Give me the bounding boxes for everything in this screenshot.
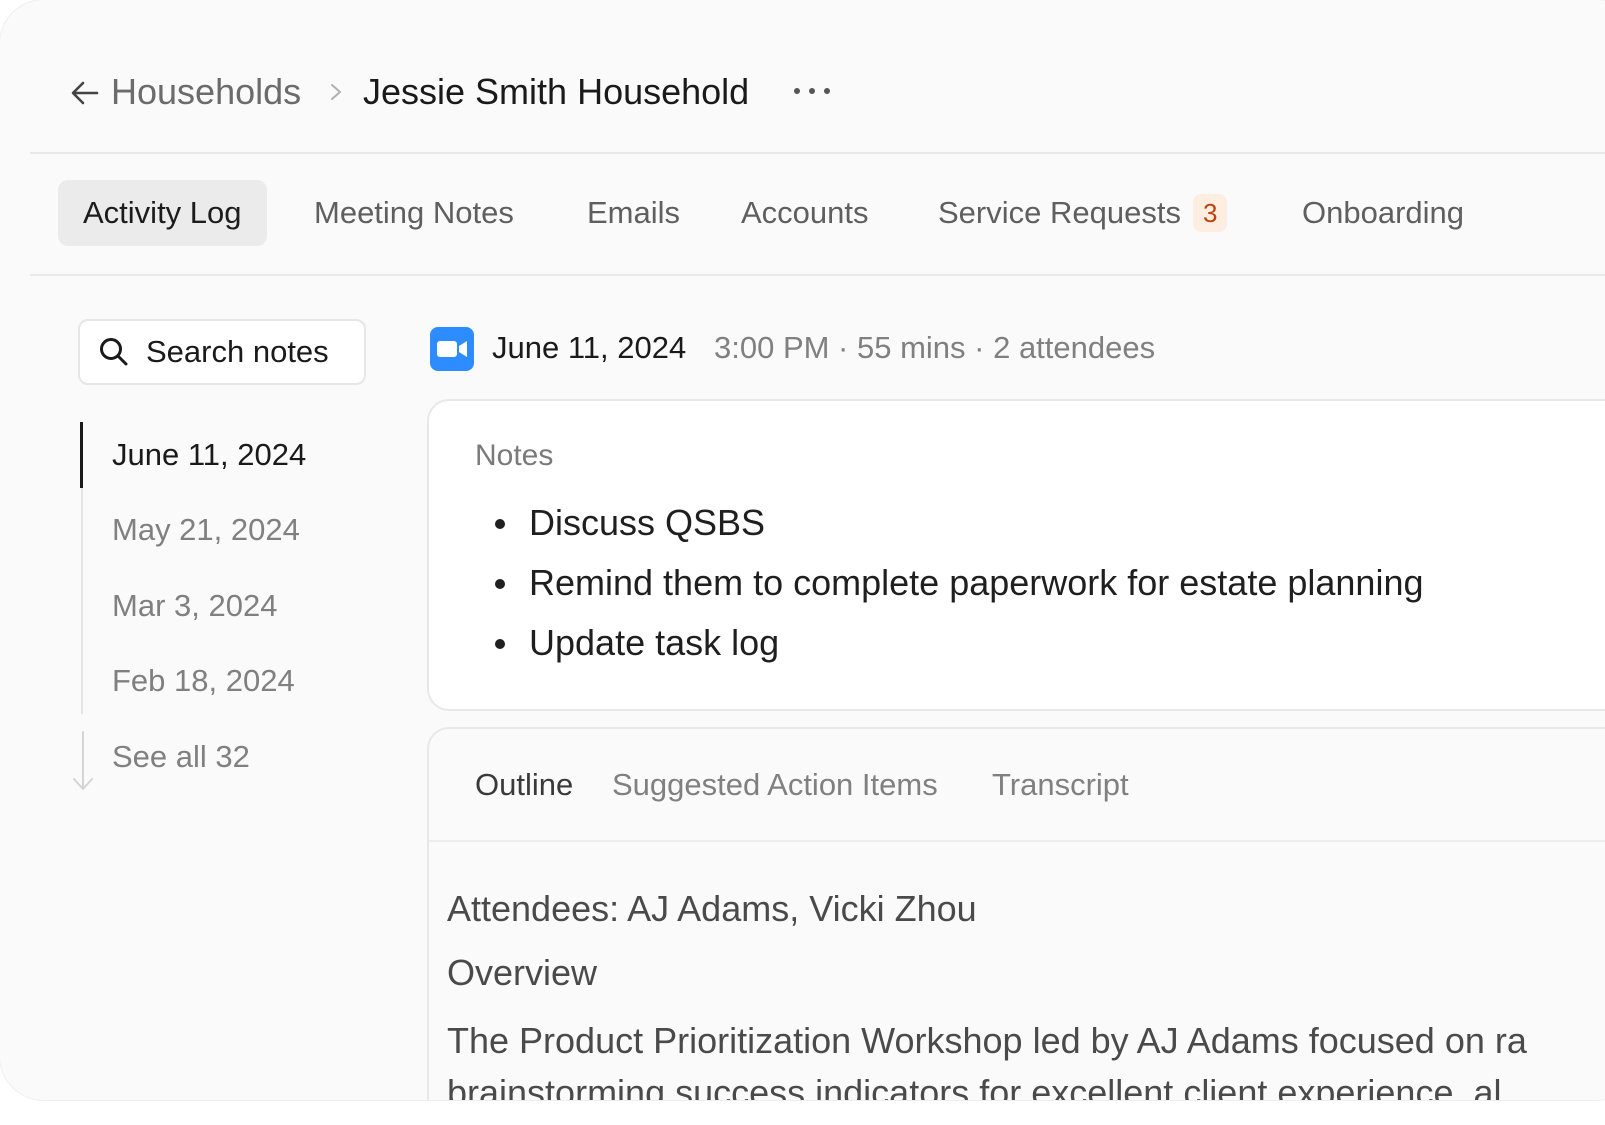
main-tabs: Activity Log Meeting Notes Emails Accoun… xyxy=(30,154,1605,276)
breadcrumb-households-link[interactable]: Households xyxy=(111,70,301,114)
tab-service-requests[interactable]: Service Requests 3 xyxy=(938,180,1228,246)
outline-tabs: Outline Suggested Action Items Transcrip… xyxy=(429,729,1605,842)
tab-meeting-notes[interactable]: Meeting Notes xyxy=(314,180,514,246)
more-horizontal-icon[interactable] xyxy=(792,84,832,98)
attendees-line: Attendees: AJ Adams, Vicki Zhou xyxy=(447,888,977,929)
tab-label: Service Requests xyxy=(938,195,1181,230)
sidebar-date-item[interactable]: Feb 18, 2024 xyxy=(112,661,295,701)
sidebar-date-item[interactable]: June 11, 2024 xyxy=(112,435,306,475)
tab-label: Emails xyxy=(587,195,681,230)
overview-heading: Overview xyxy=(447,952,598,993)
list-item: Remind them to complete paperwork for es… xyxy=(481,561,1423,621)
search-placeholder: Search notes xyxy=(146,334,329,369)
zoom-video-icon xyxy=(430,327,474,371)
tab-label: Meeting Notes xyxy=(314,195,514,230)
page-title: Jessie Smith Household xyxy=(363,71,750,112)
tab-onboarding[interactable]: Onboarding xyxy=(1302,180,1464,246)
sidebar-date-item[interactable]: Mar 3, 2024 xyxy=(112,586,277,626)
breadcrumb: Households Jessie Smith Household xyxy=(30,40,1605,154)
sidebar-date-item[interactable]: May 21, 2024 xyxy=(112,510,300,550)
overview-line: brainstorming success indicators for exc… xyxy=(447,1072,1502,1100)
tab-activity-log[interactable]: Activity Log xyxy=(58,180,267,246)
search-notes-input[interactable]: Search notes xyxy=(78,319,366,385)
outline-card: Outline Suggested Action Items Transcrip… xyxy=(427,727,1605,1100)
count-badge: 3 xyxy=(1192,193,1228,232)
tab-suggested-action-items[interactable]: Suggested Action Items xyxy=(612,765,938,805)
meeting-meta: 3:00 PM · 55 mins · 2 attendees xyxy=(714,330,1156,365)
list-item: Discuss QSBS xyxy=(481,501,1423,561)
app-window: Households Jessie Smith Household Activi… xyxy=(0,0,1605,1100)
tab-outline[interactable]: Outline xyxy=(475,765,573,805)
tab-accounts[interactable]: Accounts xyxy=(741,180,869,246)
notes-card: Notes Discuss QSBS Remind them to comple… xyxy=(427,399,1605,711)
chevron-right-icon xyxy=(331,84,341,100)
overview-body: The Product Prioritization Workshop led … xyxy=(447,1015,1605,1100)
notes-list: Discuss QSBS Remind them to complete pap… xyxy=(481,501,1423,681)
see-all-link[interactable]: See all 32 xyxy=(112,737,250,777)
tab-label: Activity Log xyxy=(83,195,242,230)
timeline-active-marker xyxy=(80,422,83,488)
overview-line: The Product Prioritization Workshop led … xyxy=(447,1020,1527,1061)
tab-label: Accounts xyxy=(741,195,869,230)
notes-title: Notes xyxy=(475,439,554,472)
search-icon xyxy=(100,338,128,366)
meeting-date: June 11, 2024 xyxy=(492,330,687,365)
tab-label: Onboarding xyxy=(1302,195,1465,230)
arrow-down-icon xyxy=(73,731,93,790)
list-item: Update task log xyxy=(481,621,1423,681)
tab-emails[interactable]: Emails xyxy=(587,180,680,246)
tab-transcript[interactable]: Transcript xyxy=(992,765,1129,805)
arrow-left-icon[interactable] xyxy=(70,78,100,108)
